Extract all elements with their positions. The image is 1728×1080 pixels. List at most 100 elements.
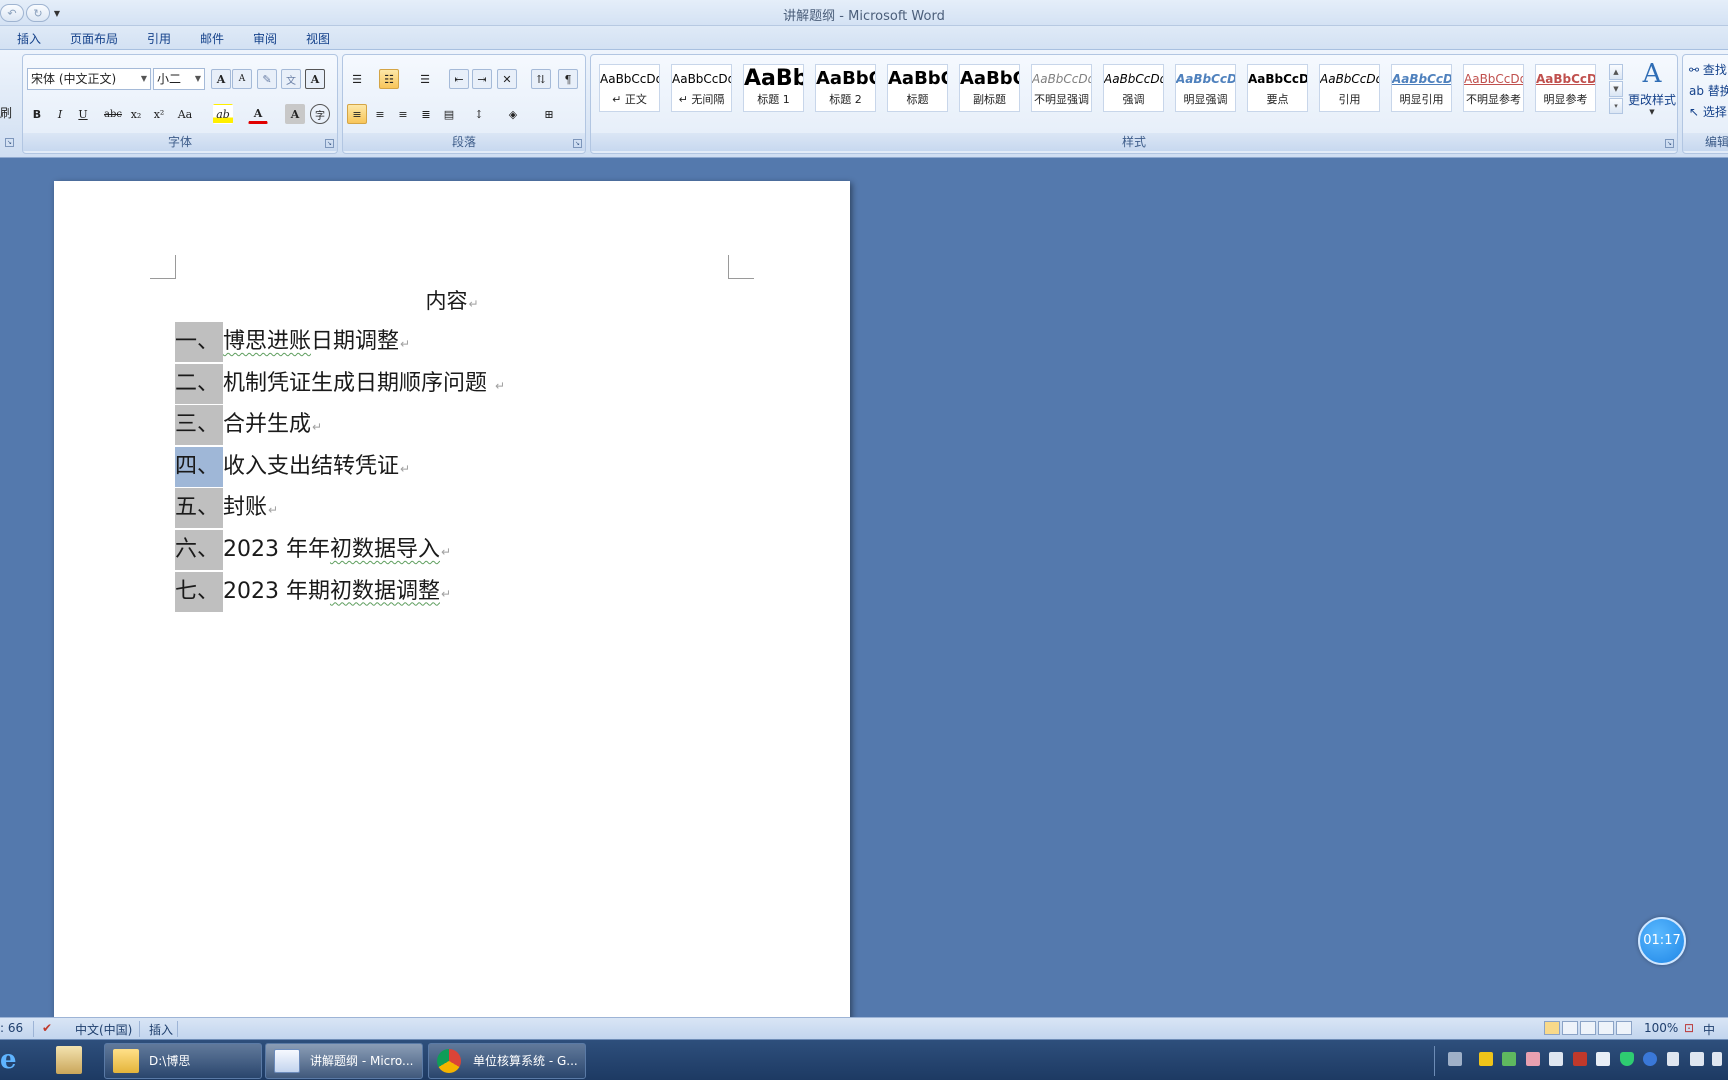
change-case-button[interactable]: Aa [172, 104, 198, 124]
show-marks-icon[interactable]: ¶ [558, 69, 578, 89]
tab-view[interactable]: 视图 [306, 30, 330, 47]
distributed-icon[interactable]: ▤ [439, 104, 459, 124]
ime-indicator[interactable]: 中 [1703, 1021, 1715, 1038]
list-item[interactable]: 六、 2023 年年初数据导入↵ [175, 530, 451, 570]
numbering-icon[interactable]: ☷ [379, 69, 399, 89]
flower-icon[interactable] [1526, 1052, 1540, 1066]
shading-icon[interactable]: ◈ [503, 104, 523, 124]
italic-button[interactable]: I [50, 104, 70, 124]
style-tile[interactable]: AaBbC 副标题 [959, 64, 1020, 112]
list-item[interactable]: 七、 2023 年期初数据调整↵ [175, 571, 451, 612]
justify-icon[interactable]: ≣ [416, 104, 436, 124]
gallery-down-icon[interactable]: ▼ [1609, 81, 1623, 97]
find-button[interactable]: ⚯ 查找 [1689, 61, 1727, 78]
list-item[interactable]: 四、 收入支出结转凭证↵ [175, 446, 410, 487]
sort-icon[interactable]: ⇅ [531, 69, 551, 89]
chinese-layout-icon[interactable]: ✕ [497, 69, 517, 89]
taskbar-item-explorer[interactable]: D:\博思 [104, 1043, 262, 1079]
style-tile[interactable]: AaBb 标题 1 [743, 64, 804, 112]
style-tile[interactable]: AaBbCcDd 引用 [1319, 64, 1380, 112]
decrease-indent-icon[interactable]: ⇤ [449, 69, 469, 89]
font-name-combo[interactable]: 宋体 (中文正文) ▼ [27, 68, 151, 90]
underline-button[interactable]: U [73, 104, 93, 124]
align-right-icon[interactable]: ≡ [393, 104, 413, 124]
ie-icon[interactable]: e [0, 1046, 22, 1074]
enclose-char-button[interactable]: 字 [310, 104, 330, 124]
taskbar-item-word[interactable]: 讲解题纲 - Micro... [265, 1043, 423, 1079]
borders-icon[interactable]: ⊞ [539, 104, 559, 124]
outline-view-icon[interactable] [1598, 1021, 1614, 1035]
char-shading-button[interactable]: A [285, 104, 305, 124]
bullets-icon[interactable]: ☰ [347, 69, 367, 89]
select-button[interactable]: ↖ 选择 [1689, 103, 1727, 120]
style-tile[interactable]: AaBbCcDd 明显强调 [1175, 64, 1236, 112]
phonetic-guide-icon[interactable]: 文 [281, 69, 301, 89]
ime-tray-icon[interactable] [1690, 1052, 1704, 1066]
document-page[interactable]: 内容↵ 一、 博思进账日期调整↵ 二、 机制凭证生成日期顺序问题 ↵ 三、 合并生成↵ 四、… [54, 181, 850, 1021]
superscript-button[interactable]: x² [149, 104, 169, 124]
lock-icon[interactable] [1479, 1052, 1493, 1066]
font-launcher-icon[interactable]: ↘ [325, 139, 334, 148]
language-indicator[interactable]: 中文(中国) [75, 1021, 132, 1038]
font-size-combo[interactable]: 小二 ▼ [153, 68, 205, 90]
print-layout-icon[interactable] [1544, 1021, 1560, 1035]
align-center-icon[interactable]: ≡ [370, 104, 390, 124]
style-tile[interactable]: AaBbCcDd 强调 [1103, 64, 1164, 112]
strikethrough-button[interactable]: abc [103, 104, 123, 124]
recording-timer[interactable]: 01:17 [1638, 917, 1686, 965]
list-item[interactable]: 一、 博思进账日期调整↵ [175, 322, 410, 362]
tab-references[interactable]: 引用 [147, 30, 171, 47]
app-tray-icon[interactable] [1573, 1052, 1587, 1066]
action-center-icon[interactable] [1712, 1052, 1722, 1066]
multilevel-list-icon[interactable]: ☰ [415, 69, 435, 89]
zoom-level[interactable]: 100% [1644, 1021, 1678, 1035]
full-screen-reading-icon[interactable] [1562, 1021, 1578, 1035]
clipboard-launcher-icon[interactable]: ↘ [5, 138, 14, 147]
volume-icon[interactable] [1667, 1052, 1679, 1066]
clear-format-icon[interactable]: ✎ [257, 69, 277, 89]
align-left-icon[interactable]: ≡ [347, 104, 367, 124]
grow-font-button[interactable]: A [211, 69, 231, 89]
shrink-font-button[interactable]: A [232, 69, 252, 89]
subscript-button[interactable]: x₂ [126, 104, 146, 124]
tab-insert[interactable]: 插入 [17, 30, 41, 47]
draft-view-icon[interactable] [1616, 1021, 1632, 1035]
network-app-icon[interactable] [1502, 1052, 1516, 1066]
style-tile[interactable]: AaBbCcDd 不明显强调 [1031, 64, 1092, 112]
document-heading[interactable]: 内容↵ [54, 285, 850, 315]
paragraph-launcher-icon[interactable]: ↘ [573, 139, 582, 148]
taskbar-item-chrome[interactable]: 单位核算系统 - G... [428, 1043, 586, 1079]
styles-launcher-icon[interactable]: ↘ [1665, 139, 1674, 148]
tab-mailings[interactable]: 邮件 [200, 30, 224, 47]
ime-toolbar-icon[interactable]: ⊡ [1684, 1021, 1694, 1035]
style-tile[interactable]: AaBbCcDd ↵ 正文 [599, 64, 660, 112]
audio-wave-icon[interactable] [1643, 1052, 1657, 1066]
style-tile[interactable]: AaBbCcDd ↵ 无间隔 [671, 64, 732, 112]
word-count[interactable]: : 66 [0, 1021, 23, 1035]
gallery-up-icon[interactable]: ▲ [1609, 64, 1623, 80]
document-tray-icon[interactable] [1549, 1052, 1563, 1066]
web-layout-icon[interactable] [1580, 1021, 1596, 1035]
shield-icon[interactable] [1620, 1052, 1634, 1066]
style-tile[interactable]: AaBbCcDd 明显参考 [1535, 64, 1596, 112]
style-tile[interactable]: AaBbCcDd 不明显参考 [1463, 64, 1524, 112]
enclose-char-border-icon[interactable]: A [305, 69, 325, 89]
tab-page-layout[interactable]: 页面布局 [70, 30, 118, 47]
list-item[interactable]: 五、 封账↵ [175, 488, 278, 529]
line-spacing-icon[interactable]: ↕ [469, 104, 489, 124]
increase-indent-icon[interactable]: ⇥ [472, 69, 492, 89]
highlight-button[interactable]: ab [213, 104, 233, 124]
list-item[interactable]: 二、 机制凭证生成日期顺序问题 ↵ [175, 363, 505, 404]
style-tile[interactable]: AaBbCcDd 要点 [1247, 64, 1308, 112]
insert-mode-indicator[interactable]: 插入 [149, 1021, 173, 1038]
style-tile[interactable]: AaBbCcDd 明显引用 [1391, 64, 1452, 112]
tab-review[interactable]: 审阅 [253, 30, 277, 47]
bold-button[interactable]: B [27, 104, 47, 124]
replace-button[interactable]: ab 替换 [1689, 82, 1728, 99]
keyboard-icon[interactable] [1448, 1052, 1462, 1066]
list-item[interactable]: 三、 合并生成↵ [175, 405, 322, 446]
format-painter-label[interactable]: 刷 [0, 104, 12, 121]
style-tile[interactable]: AaBbC 标题 [887, 64, 948, 112]
note-tray-icon[interactable] [1596, 1052, 1610, 1066]
change-styles-button[interactable]: A 更改样式 ▼ [1627, 57, 1677, 117]
